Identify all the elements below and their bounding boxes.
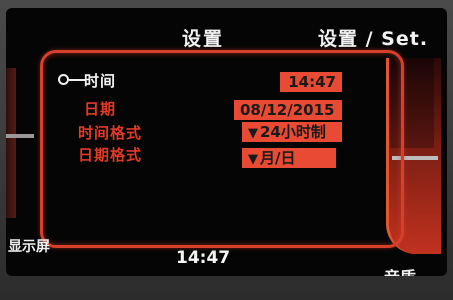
- display-screen: 设置 设置 / Set. 时间 14:47 日期 08/12/2015 时间格式…: [6, 8, 447, 276]
- date-value[interactable]: 08/12/2015: [234, 100, 342, 120]
- status-clock: 14:47: [176, 248, 231, 268]
- menu-item-date-format-label[interactable]: 日期格式: [78, 144, 142, 165]
- selection-cursor-icon: [58, 74, 69, 85]
- page-title: 设置: [182, 28, 225, 50]
- left-edge-panel: [6, 68, 16, 218]
- display-softkey[interactable]: 显示屏: [8, 236, 50, 256]
- menu-item-time-label[interactable]: 时间: [84, 70, 116, 91]
- date-format-value: 月/日: [260, 149, 296, 167]
- menu-item-date-label[interactable]: 日期: [84, 98, 116, 119]
- dropdown-triangle-icon: ▼: [248, 126, 258, 141]
- date-format-dropdown[interactable]: ▼ 月/日: [242, 148, 336, 168]
- settings-softkey[interactable]: 设置 / Set.: [318, 24, 428, 51]
- time-value[interactable]: 14:47: [280, 72, 342, 92]
- menu-item-time-format-label[interactable]: 时间格式: [78, 122, 142, 143]
- time-format-dropdown[interactable]: ▼ 24小时制: [242, 122, 342, 142]
- left-edge-divider: [6, 134, 34, 138]
- sound-softkey[interactable]: 音质: [384, 264, 416, 276]
- dropdown-triangle-icon: ▼: [248, 152, 258, 167]
- time-format-value: 24小时制: [260, 123, 326, 141]
